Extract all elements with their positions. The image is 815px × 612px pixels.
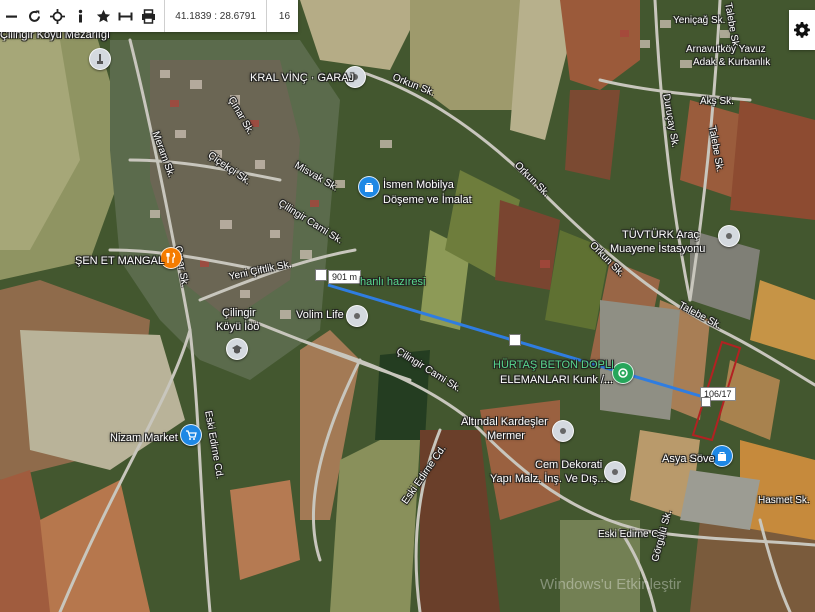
- activation-watermark: Windows'u Etkinleştir: [540, 576, 682, 593]
- info-icon: [78, 9, 82, 22]
- factory-icon: [618, 368, 628, 378]
- volim-life-pin[interactable]: [346, 305, 368, 327]
- ismen-mobilya-pin[interactable]: [358, 176, 380, 198]
- location-icon: [560, 428, 566, 434]
- shopping-bag-icon: [718, 452, 726, 461]
- monument-icon: [97, 54, 103, 64]
- gear-icon: [794, 22, 810, 38]
- coordinate-readout: 41.1839 : 28.6791: [175, 10, 256, 22]
- star-icon: [96, 9, 110, 22]
- restaurant-icon: [166, 252, 176, 263]
- shopping-cart-icon: [186, 430, 197, 440]
- info-button[interactable]: [69, 0, 92, 32]
- printer-icon: [142, 8, 156, 24]
- refresh-icon: [28, 10, 40, 22]
- measure-start-handle[interactable]: [315, 269, 327, 281]
- minus-icon: [5, 15, 17, 18]
- hurtas-beton-pin[interactable]: [612, 362, 634, 384]
- cem-dekorati-pin[interactable]: [604, 461, 626, 483]
- measure-end-handle[interactable]: [701, 397, 711, 407]
- nizam-market-pin[interactable]: [180, 424, 202, 446]
- location-icon: [726, 233, 732, 239]
- crosshair-button[interactable]: [46, 0, 69, 32]
- settings-button[interactable]: [789, 10, 815, 50]
- toolbar-divider: [164, 0, 166, 32]
- toolbar-divider: [265, 0, 267, 32]
- location-icon: [612, 469, 618, 475]
- measure-icon: [118, 12, 133, 20]
- kral-vinc-pin[interactable]: [344, 66, 366, 88]
- print-button[interactable]: [137, 0, 160, 32]
- tuvturk-pin[interactable]: [718, 225, 740, 247]
- crosshair-icon: [49, 8, 65, 24]
- cilingir-koyu-pin[interactable]: [226, 338, 248, 360]
- measure-button[interactable]: [115, 0, 138, 32]
- sen-et-mangal-pin[interactable]: [160, 247, 182, 269]
- favorite-button[interactable]: [92, 0, 115, 32]
- zoom-level: 16: [278, 10, 291, 22]
- cemetery-pin[interactable]: [89, 48, 111, 70]
- measure-mid-handle[interactable]: [509, 334, 521, 346]
- refresh-button[interactable]: [23, 0, 46, 32]
- satellite-map[interactable]: [0, 0, 815, 612]
- minus-button[interactable]: [0, 0, 23, 32]
- distance-label: 901 m: [328, 270, 362, 284]
- map-toolbar: 41.1839 : 28.6791 16: [0, 0, 298, 32]
- location-icon: [354, 313, 360, 319]
- measurement-overlay: [327, 283, 742, 442]
- asya-sove-pin[interactable]: [711, 445, 733, 467]
- location-icon: [352, 74, 358, 80]
- shopping-bag-icon: [365, 183, 373, 192]
- school-icon: [232, 345, 242, 354]
- altindal-pin[interactable]: [552, 420, 574, 442]
